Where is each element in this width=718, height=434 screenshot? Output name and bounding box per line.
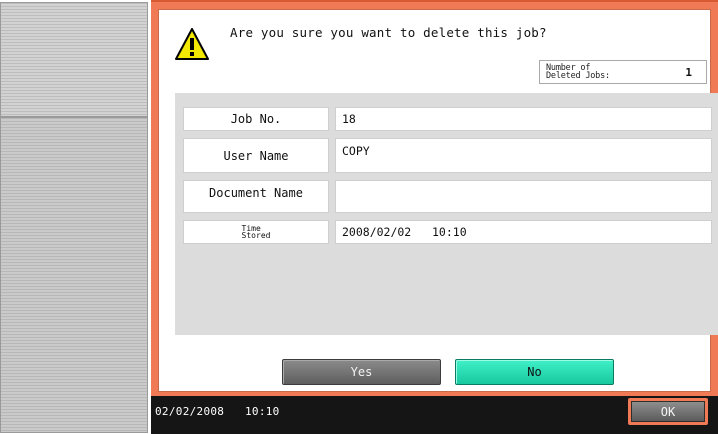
document-name-value (335, 180, 712, 213)
job-number-row: Job No. 18 (183, 107, 712, 131)
job-info-panel: Job No. 18 User Name COPY Document Name … (175, 93, 718, 335)
delete-job-dialog: Are you sure you want to delete this job… (158, 9, 718, 392)
ok-button-label: OK (631, 401, 705, 422)
deleted-jobs-count: 1 (685, 66, 692, 79)
deleted-jobs-label-line2: Deleted Jobs: (546, 71, 610, 81)
user-name-value: COPY (335, 138, 712, 173)
document-name-label: Document Name (183, 180, 329, 213)
job-number-label: Job No. (183, 107, 329, 131)
confirmation-message: Are you sure you want to delete this job… (230, 25, 547, 40)
left-panel-bottom (0, 117, 148, 433)
ok-button[interactable]: OK (628, 398, 708, 425)
user-name-row: User Name COPY (183, 138, 712, 173)
yes-button[interactable]: Yes (282, 359, 441, 385)
time-stored-label: Time Stored (183, 220, 329, 244)
job-number-value: 18 (335, 107, 712, 131)
deleted-jobs-label: Number of Deleted Jobs: (546, 64, 646, 81)
status-datetime: 02/02/2008 10:10 (155, 405, 280, 418)
time-stored-row: Time Stored 2008/02/02 10:10 (183, 220, 712, 244)
document-name-row: Document Name (183, 180, 712, 213)
left-panel-top (0, 2, 148, 117)
time-stored-value: 2008/02/02 10:10 (335, 220, 712, 244)
warning-icon (175, 28, 209, 60)
deleted-jobs-counter: Number of Deleted Jobs: 1 (539, 60, 707, 84)
dialog-frame: Are you sure you want to delete this job… (151, 0, 718, 396)
time-stored-label-text: Time Stored (241, 225, 271, 240)
touch-screen: Are you sure you want to delete this job… (151, 0, 718, 434)
user-name-label: User Name (183, 138, 329, 173)
time-stored-label-line2: Stored (241, 231, 271, 240)
no-button[interactable]: No (455, 359, 614, 385)
